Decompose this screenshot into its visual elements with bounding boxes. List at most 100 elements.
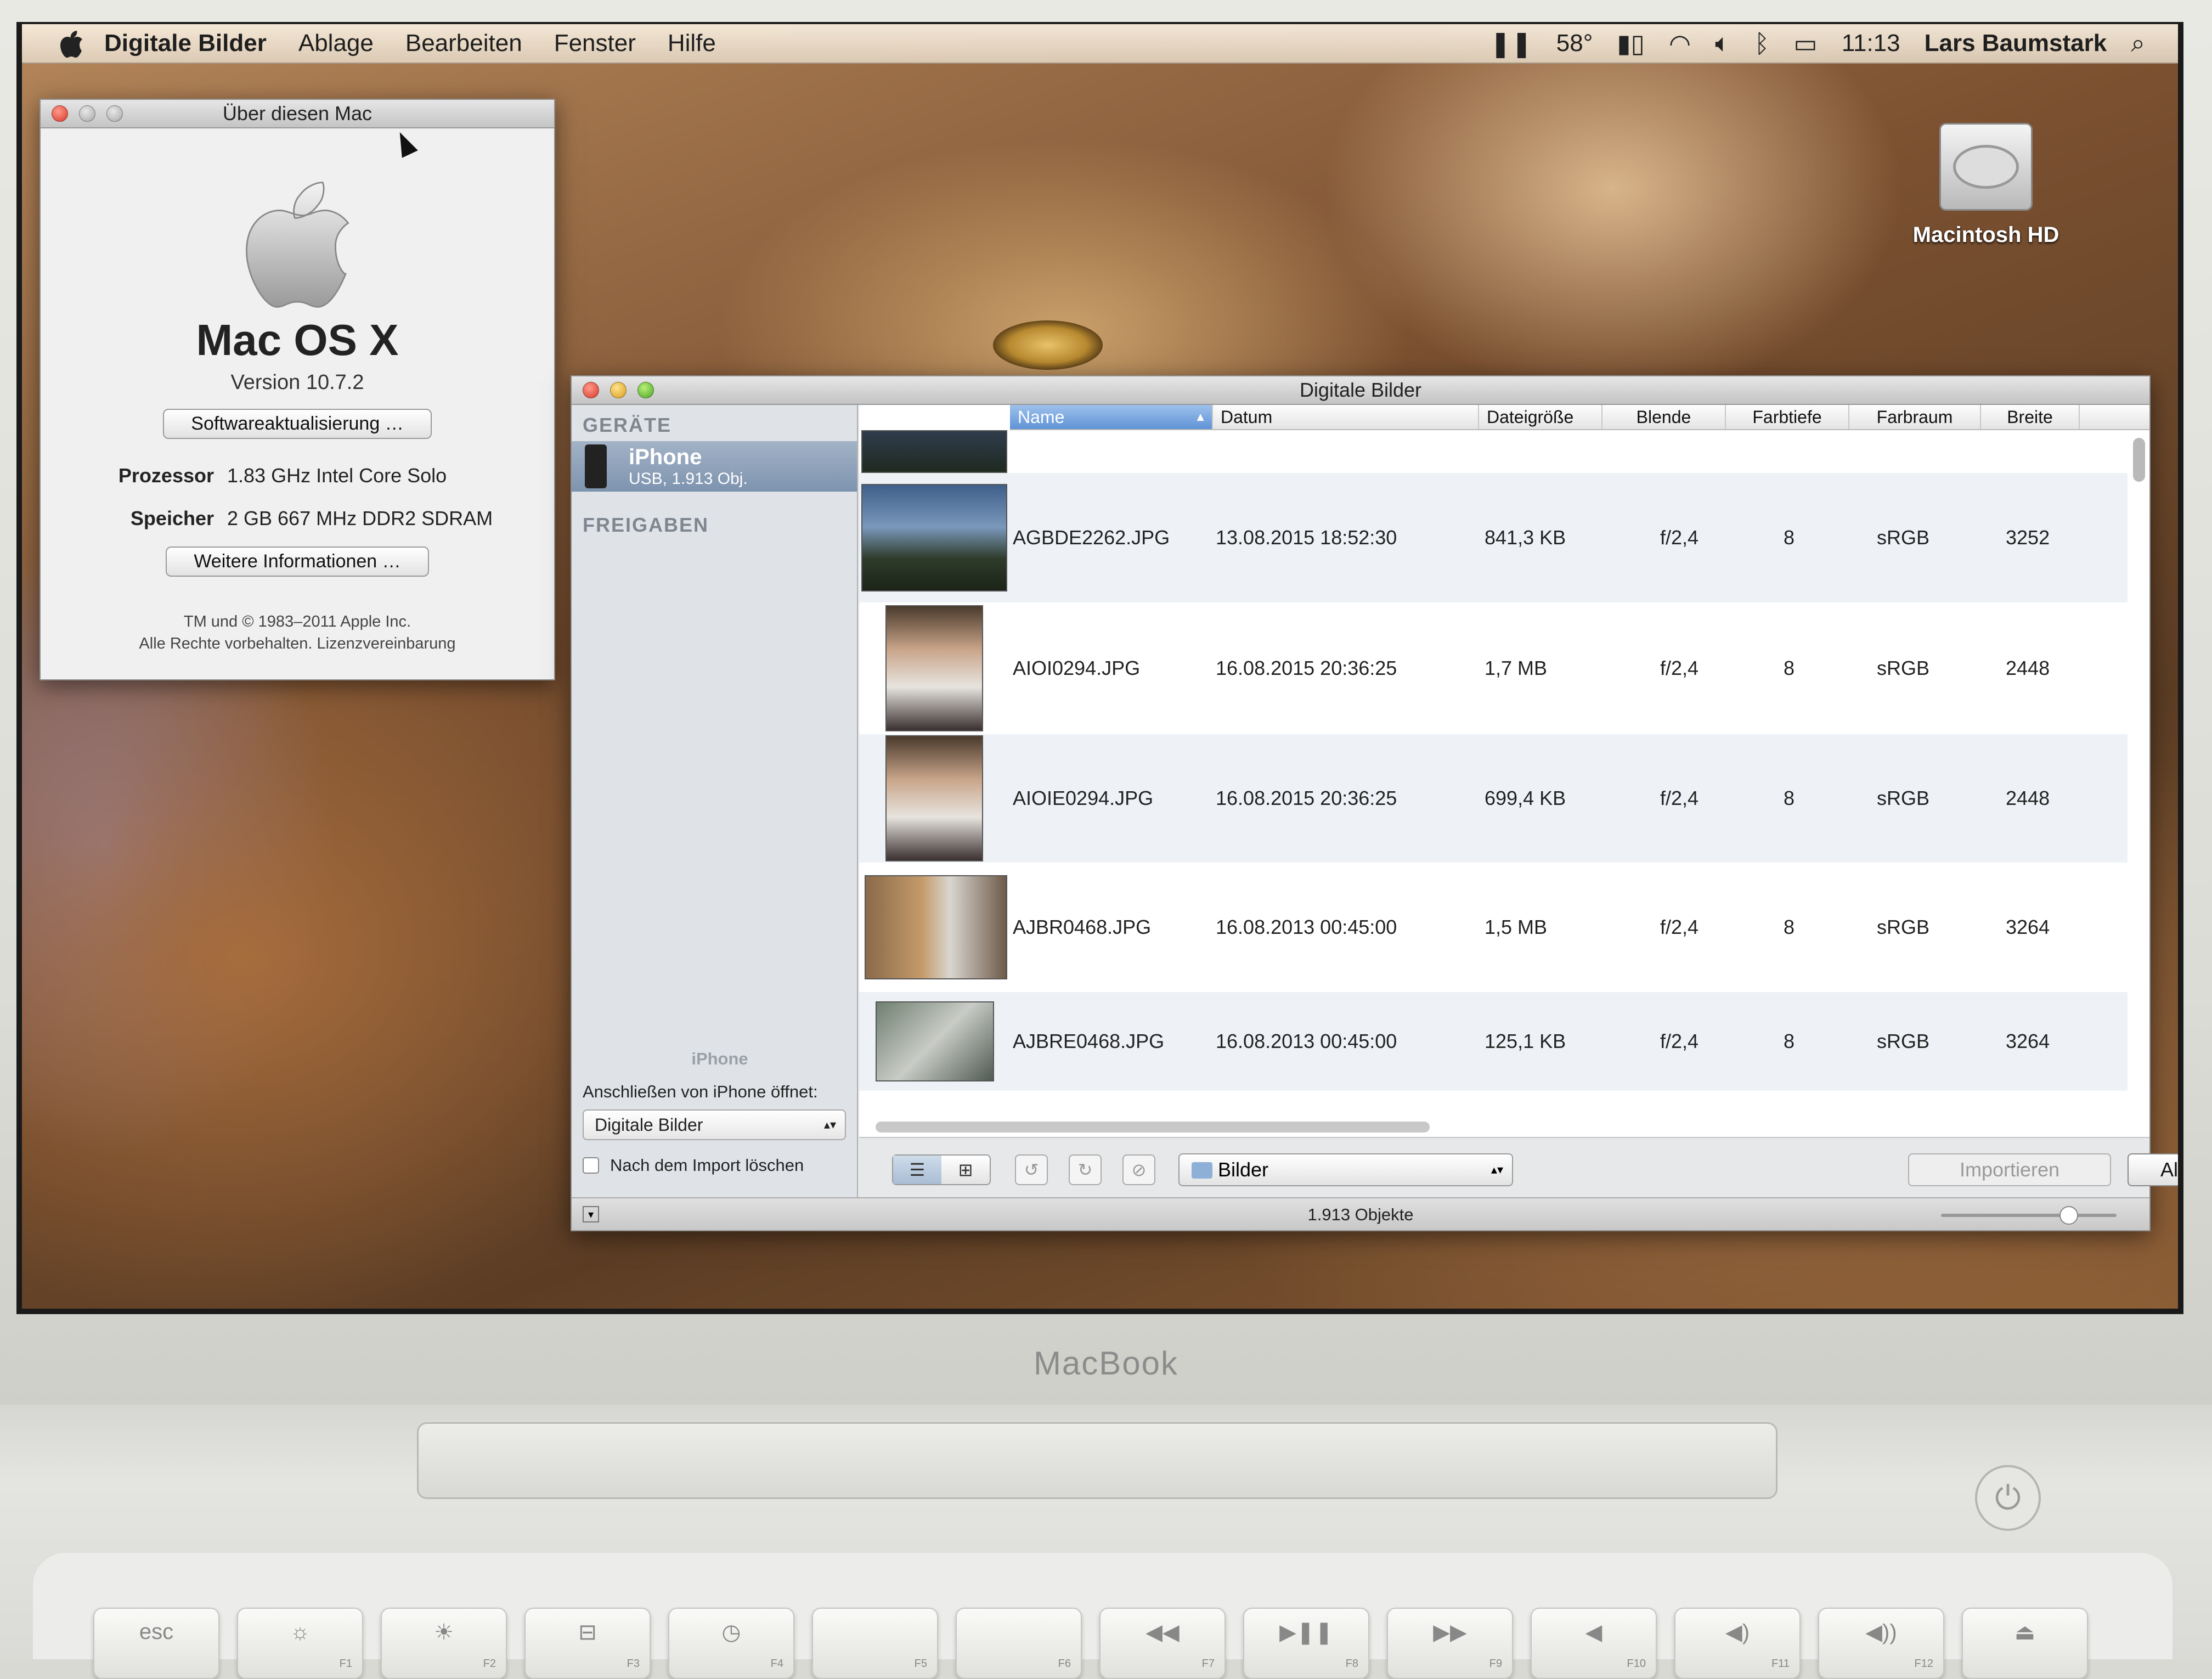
menu-ablage[interactable]: Ablage <box>298 30 374 57</box>
iphone-icon <box>585 444 607 488</box>
key-f12[interactable]: ◀)) F12 <box>1818 1608 1944 1679</box>
key-f4[interactable]: ◷ F4 <box>668 1608 794 1679</box>
about-title: Über diesen Mac <box>222 102 373 125</box>
apple-logo-icon <box>237 172 358 309</box>
col-space[interactable]: Farbraum <box>1849 405 1981 429</box>
cell-depth: 8 <box>1784 657 1795 679</box>
col-aperture[interactable]: Blende <box>1602 405 1726 429</box>
thumbnail-size-slider[interactable] <box>1941 1206 2117 1225</box>
bluetooth-icon[interactable]: ᛒ <box>1754 29 1770 58</box>
table-row[interactable]: AJBR0468.JPG 16.08.2013 00:45:00 1,5 MB f/2… <box>859 863 2128 992</box>
menu-app-name[interactable]: Digitale Bilder <box>104 30 267 57</box>
destination-select[interactable]: Bilder ▴▾ <box>1178 1153 1513 1186</box>
photo-thumbnail[interactable] <box>861 484 1007 591</box>
key-f2[interactable]: ☀ F2 <box>381 1608 507 1679</box>
delete-icon[interactable]: ⊘ <box>1122 1154 1155 1185</box>
grid-view-icon[interactable]: ⊞ <box>941 1156 990 1184</box>
os-name: Mac OS X <box>196 315 399 364</box>
table-row[interactable]: AJBRE0468.JPG 16.08.2013 00:45:00 125,1 KB… <box>859 992 2128 1091</box>
photo-thumbnail[interactable] <box>876 1001 994 1081</box>
checkbox-box[interactable] <box>583 1157 599 1174</box>
key-f10[interactable]: ◀ F10 <box>1531 1608 1657 1679</box>
volume-icon[interactable]: 🔈︎ <box>1715 28 1730 59</box>
processor-label: Prozessor <box>118 464 214 487</box>
device-name: iPhone <box>629 444 702 469</box>
col-depth[interactable]: Farbtiefe <box>1726 405 1849 429</box>
import-button[interactable]: Importieren <box>1908 1153 2111 1186</box>
menu-hilfe[interactable]: Hilfe <box>668 30 716 57</box>
device-options-title: iPhone <box>691 1049 748 1068</box>
battery-icon[interactable]: ▭ <box>1793 29 1817 58</box>
key-esc[interactable]: esc <box>93 1608 219 1679</box>
col-size[interactable]: Dateigröße <box>1479 405 1602 429</box>
eject-key-icon[interactable]: ⏏ <box>1962 1608 2088 1679</box>
import-all-button[interactable]: Alle importieren <box>2128 1153 2178 1186</box>
cell-aperture: f/2,4 <box>1660 657 1699 679</box>
cell-width: 3252 <box>2006 526 2050 549</box>
thumbnail-partial[interactable] <box>861 430 1007 473</box>
key-f5[interactable]: F5 <box>812 1608 938 1679</box>
photo-thumbnail[interactable] <box>885 605 983 731</box>
image-capture-titlebar[interactable]: Digitale Bilder <box>572 376 2149 405</box>
menu-bearbeiten[interactable]: Bearbeiten <box>405 30 522 57</box>
photo-thumbnail[interactable] <box>865 875 1007 979</box>
key-f3[interactable]: ⊟ F3 <box>524 1608 651 1679</box>
pause-icon[interactable]: ❚❚ <box>1490 29 1532 58</box>
key-label: esc <box>139 1620 174 1644</box>
delete-after-import-checkbox[interactable]: Nach dem Import löschen <box>583 1156 857 1175</box>
more-info-button[interactable]: Weitere Informationen … <box>166 546 429 577</box>
cell-date: 16.08.2015 20:36:25 <box>1216 657 1397 679</box>
device-options: iPhone Anschließen von iPhone öffnet: Di… <box>572 1049 857 1175</box>
sidebar: GERÄTE iPhone USB, 1.913 Obj. FREIGABEN … <box>572 405 858 1197</box>
table-row[interactable]: AIOIE0294.JPG 16.08.2015 20:36:25 699,4 KB… <box>859 734 2128 863</box>
cell-aperture: f/2,4 <box>1660 787 1699 809</box>
popup-arrows-icon: ▴▾ <box>823 1118 836 1131</box>
vertical-scrollbar[interactable] <box>2133 438 2145 482</box>
about-titlebar[interactable]: Über diesen Mac <box>41 100 554 128</box>
col-name[interactable]: Name ▲ <box>1010 405 1213 429</box>
menu-user[interactable]: Lars Baumstark <box>1925 30 2107 57</box>
key-f6[interactable]: F6 <box>956 1608 1082 1679</box>
col-date[interactable]: Datum <box>1213 405 1479 429</box>
legal-line-2[interactable]: Alle Rechte vorbehalten. Lizenzvereinbar… <box>41 633 554 655</box>
software-update-button[interactable]: Softwareaktualisierung … <box>163 409 432 439</box>
key-f11[interactable]: ◀) F11 <box>1674 1608 1801 1679</box>
status-bar: ▾ 1.913 Objekte <box>572 1197 2149 1230</box>
wallpaper-lion-eye <box>993 320 1103 370</box>
connect-app-select[interactable]: Digitale Bilder ▴▾ <box>583 1109 846 1140</box>
key-label: ◀◀ <box>1146 1620 1180 1644</box>
macbook-logo: MacBook <box>1033 1345 1179 1382</box>
menu-clock[interactable]: 11:13 <box>1842 30 1900 57</box>
memory-meter-icon[interactable]: ▮▯ <box>1617 29 1645 58</box>
col-width[interactable]: Breite <box>1981 405 2080 429</box>
cell-date: 13.08.2015 18:52:30 <box>1216 526 1397 549</box>
cell-name: AJBR0468.JPG <box>1013 916 1152 938</box>
key-fn-label: F12 <box>1914 1658 1933 1670</box>
horizontal-scrollbar[interactable] <box>876 1122 1430 1133</box>
menu-fenster[interactable]: Fenster <box>554 30 636 57</box>
table-row[interactable]: AGBDE2262.JPG 13.08.2015 18:52:30 841,3 KB… <box>859 473 2128 602</box>
rotate-right-icon[interactable]: ↻ <box>1069 1154 1102 1185</box>
wifi-icon[interactable]: ◠ <box>1669 29 1691 58</box>
apple-menu-icon[interactable] <box>55 27 88 60</box>
temperature-readout[interactable]: 58° <box>1556 30 1593 57</box>
object-count: 1.913 Objekte <box>1307 1205 1414 1224</box>
key-fn-label: F1 <box>339 1658 352 1670</box>
key-f8[interactable]: ▶❚❚ F8 <box>1243 1608 1369 1679</box>
sidebar-item-iphone[interactable]: iPhone USB, 1.913 Obj. <box>572 441 857 492</box>
about-this-mac-window: Über diesen Mac Mac OS X Version 10.7.2 … <box>40 99 555 680</box>
rotate-left-icon[interactable]: ↺ <box>1015 1154 1048 1185</box>
list-view-icon[interactable]: ☰ <box>893 1156 941 1184</box>
key-fn-label: F3 <box>627 1658 640 1670</box>
slider-knob[interactable] <box>2059 1206 2078 1225</box>
key-f7[interactable]: ◀◀ F7 <box>1099 1608 1226 1679</box>
power-icon[interactable]: ⏻ <box>1975 1465 2041 1531</box>
photo-thumbnail[interactable] <box>885 735 983 861</box>
desktop-icon-hd[interactable]: Macintosh HD <box>1913 123 2059 247</box>
key-f1[interactable]: ☼ F1 <box>237 1608 363 1679</box>
key-f9[interactable]: ▶▶ F9 <box>1387 1608 1513 1679</box>
table-row[interactable]: AIOI0294.JPG 16.08.2015 20:36:25 1,7 MB f/2… <box>859 602 2128 734</box>
cell-name: AJBRE0468.JPG <box>1013 1030 1165 1052</box>
spotlight-search-icon[interactable]: ⌕ <box>2131 28 2145 59</box>
key-fn-label: F8 <box>1345 1658 1358 1670</box>
